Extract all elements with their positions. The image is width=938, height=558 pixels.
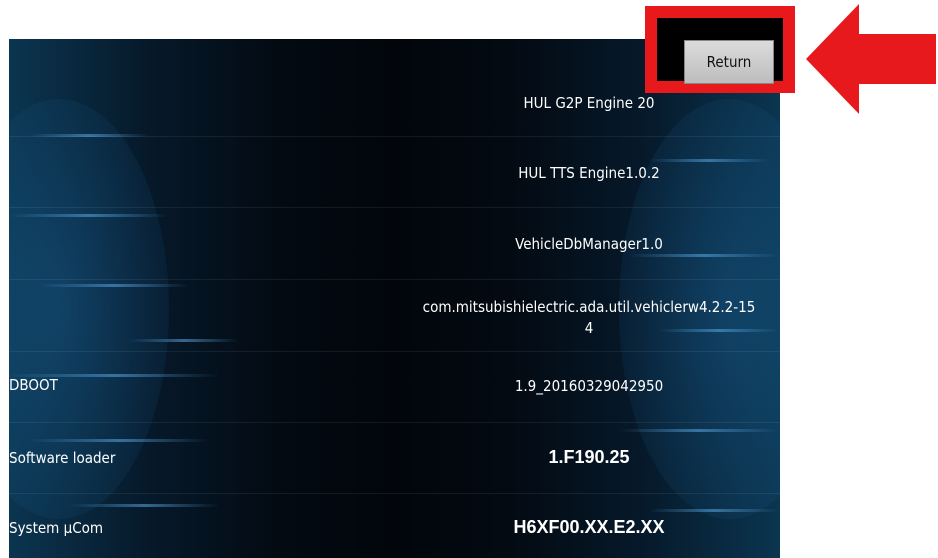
info-row: HUL TTS Engine1.0.2 [9,137,780,208]
system-info-screen: HUL G2P Engine 20 HUL TTS Engine1.0.2 Ve… [9,39,780,558]
info-value: 1.F190.25 [548,447,630,467]
info-value: 1.9_20160329042950 [514,377,664,395]
return-button[interactable]: Return [684,40,774,84]
info-label: System µCom [9,519,104,537]
info-label: Software loader [9,449,116,467]
info-value: HUL G2P Engine 20 [523,94,655,112]
info-value: HUL TTS Engine1.0.2 [518,164,660,182]
info-value: com.mitsubishielectric.ada.util.vehicler… [422,298,756,337]
info-row: com.mitsubishielectric.ada.util.vehicler… [9,280,780,352]
info-value: H6XF00.XX.E2.XX [513,517,665,537]
info-row: DBOOT 1.9_20160329042950 [9,352,780,423]
info-row: Software loader 1.F190.25 [9,423,780,494]
info-value: VehicleDbManager1.0 [515,235,663,253]
info-row: System µCom H6XF00.XX.E2.XX [9,494,780,558]
info-label: DBOOT [9,376,58,394]
info-row: VehicleDbManager1.0 [9,208,780,280]
pointer-arrow-icon [806,4,936,114]
